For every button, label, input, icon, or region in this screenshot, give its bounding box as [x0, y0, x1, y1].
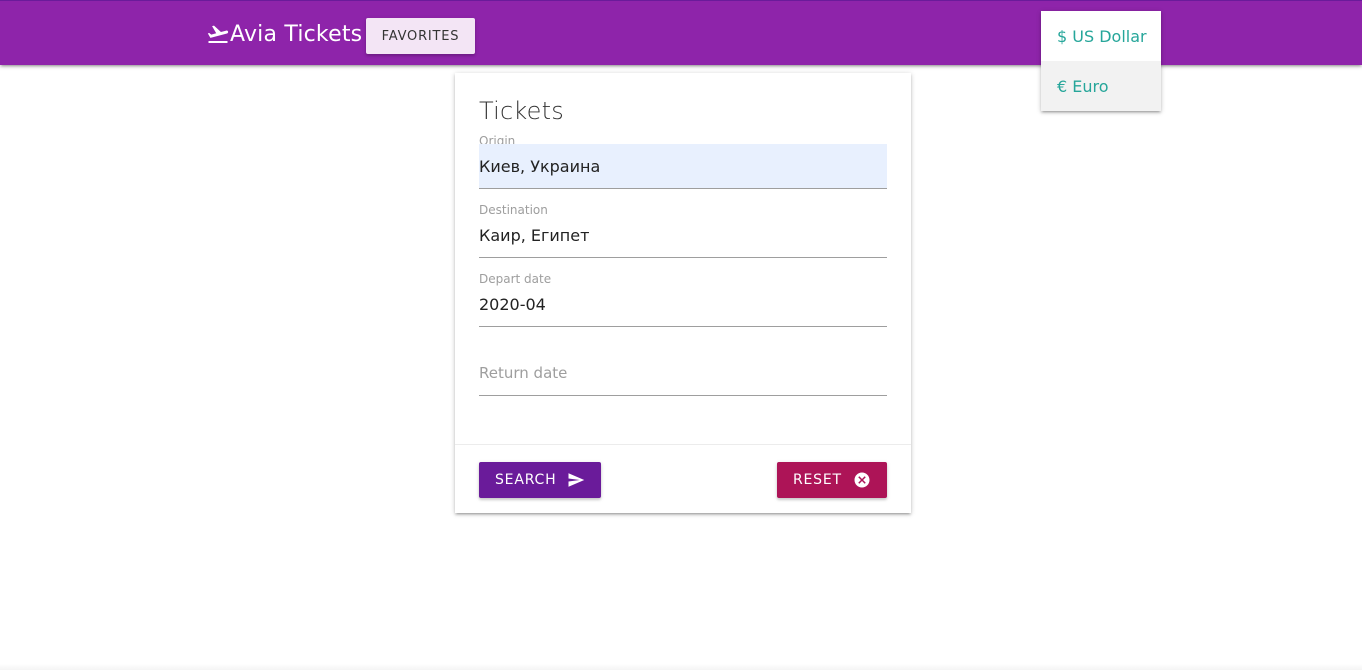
reset-button[interactable]: Reset — [777, 462, 887, 498]
page-bottom-edge — [0, 664, 1362, 670]
depart-date-value: 2020-04 — [479, 294, 546, 314]
tickets-form-card: Tickets Origin Киев, Украина Destination… — [455, 73, 911, 513]
origin-input[interactable]: Киев, Украина — [479, 144, 887, 189]
search-button-label: Search — [495, 472, 557, 488]
return-date-input[interactable]: Return date — [479, 351, 887, 396]
currency-option-usd[interactable]: $ US Dollar — [1041, 11, 1161, 61]
form-title: Tickets — [479, 97, 564, 125]
destination-value: Каир, Египет — [479, 225, 590, 245]
cancel-circle-icon — [854, 472, 870, 488]
search-button[interactable]: Search — [479, 462, 601, 498]
depart-date-input[interactable]: 2020-04 — [479, 282, 887, 327]
destination-input[interactable]: Каир, Египет — [479, 213, 887, 258]
currency-dropdown: $ US Dollar € Euro — [1041, 11, 1161, 111]
airplane-takeoff-icon — [207, 25, 229, 43]
brand-text: Avia Tickets — [230, 21, 363, 47]
reset-button-label: Reset — [793, 472, 842, 488]
send-icon — [568, 473, 585, 487]
brand-logo[interactable]: Avia Tickets — [206, 20, 362, 48]
card-actions: Search Reset — [455, 444, 911, 513]
return-date-placeholder: Return date — [479, 364, 568, 382]
currency-option-eur[interactable]: € Euro — [1041, 61, 1161, 111]
favorites-button[interactable]: Favorites — [366, 18, 475, 54]
origin-value: Киев, Украина — [479, 156, 601, 176]
